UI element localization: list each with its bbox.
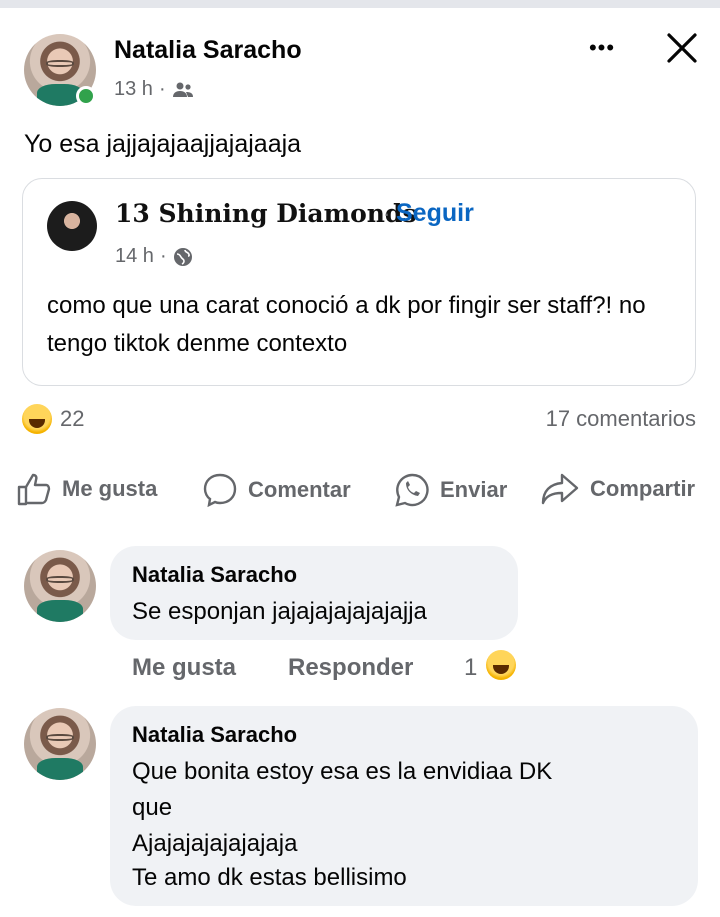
post-meta: 13 h · — [114, 78, 194, 101]
comment-text-line: Te amo dk estas bellisimo — [132, 864, 407, 891]
haha-emoji-icon[interactable] — [486, 650, 516, 680]
like-label: Me gusta — [62, 476, 158, 501]
comment-author[interactable]: Natalia Saracho — [132, 722, 297, 748]
like-icon — [16, 472, 52, 506]
comment-bubble[interactable]: Natalia Saracho Que bonita estoy esa es … — [110, 706, 698, 906]
comments-count[interactable]: 17 comentarios — [546, 406, 696, 432]
shared-post-card[interactable]: 13 Shining Diamonds · Seguir 14 h · como… — [22, 178, 696, 386]
share-label: Compartir — [590, 476, 696, 501]
comment-text-line: que — [132, 794, 173, 821]
comment-reply-button[interactable]: Responder — [288, 654, 413, 682]
comment-button[interactable]: Comentar — [202, 472, 351, 508]
whatsapp-icon — [394, 472, 430, 508]
close-icon[interactable] — [664, 30, 700, 66]
like-button[interactable]: Me gusta — [16, 472, 157, 506]
shared-post-text: como que una carat conoció a dk por fing… — [47, 292, 646, 357]
more-icon[interactable]: ••• — [582, 35, 622, 60]
post-text: Yo esa jajjajajaajjajajaaja — [24, 130, 302, 158]
send-button[interactable]: Enviar — [394, 472, 507, 508]
shared-meta: 14 h · — [115, 245, 193, 268]
post-time[interactable]: 13 h — [114, 78, 153, 101]
reaction-count[interactable]: 22 — [60, 406, 84, 432]
comment-text-line: Ajajajajajajajaja — [132, 830, 298, 857]
follow-button[interactable]: Seguir — [396, 199, 474, 228]
comment-bubble[interactable]: Natalia Saracho Se esponjan jajajajajaja… — [110, 546, 518, 640]
online-status-dot — [76, 86, 96, 106]
page-avatar[interactable] — [47, 201, 97, 251]
share-button[interactable]: Compartir — [540, 472, 695, 506]
commenter-avatar[interactable] — [24, 708, 96, 780]
globe-icon — [173, 247, 193, 267]
comment-label: Comentar — [248, 477, 351, 502]
comment-text: Se esponjan jajajajajajajajja — [132, 598, 427, 625]
post-author-name[interactable]: Natalia Saracho — [114, 36, 302, 65]
haha-emoji-icon[interactable] — [22, 404, 52, 434]
meta-separator: · — [158, 78, 166, 100]
top-divider — [0, 0, 720, 8]
comment-icon — [202, 472, 238, 508]
comment-text-line: Que bonita estoy esa es la envidiaa DK — [132, 758, 553, 785]
follow-separator: · — [383, 201, 391, 226]
commenter-avatar[interactable] — [24, 550, 96, 622]
shared-time[interactable]: 14 h — [115, 245, 154, 268]
share-icon — [540, 472, 580, 506]
page-name[interactable]: 13 Shining Diamonds — [115, 199, 417, 228]
friends-icon — [172, 81, 194, 99]
comment-author[interactable]: Natalia Saracho — [132, 562, 297, 588]
comment-like-button[interactable]: Me gusta — [132, 654, 236, 682]
comment-reaction-count[interactable]: 1 — [464, 654, 477, 682]
send-label: Enviar — [440, 477, 508, 502]
meta-separator: · — [159, 245, 167, 267]
